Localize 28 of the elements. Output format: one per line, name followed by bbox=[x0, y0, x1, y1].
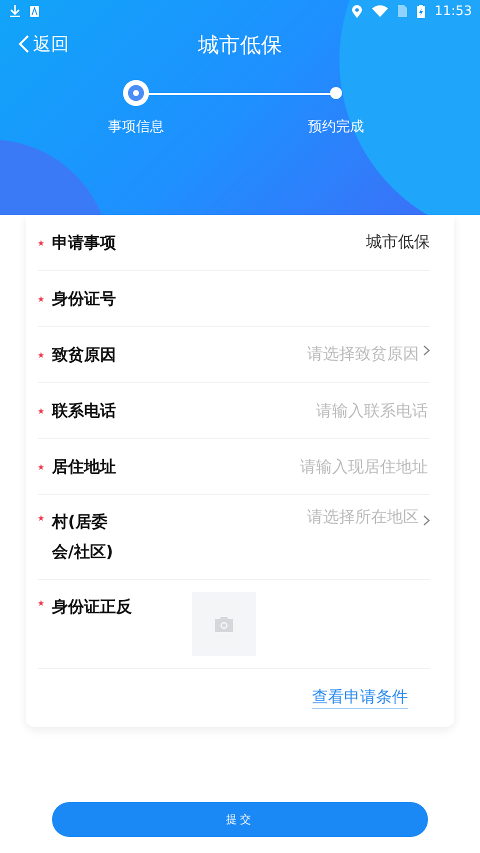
download-icon bbox=[10, 5, 20, 17]
chevron-left-icon bbox=[18, 35, 29, 53]
no-sim-icon bbox=[398, 5, 407, 17]
app-notification-icon bbox=[30, 6, 39, 16]
field-label: 身份证正反 bbox=[52, 596, 133, 618]
conditions-link[interactable]: 查看申请条件 bbox=[312, 687, 408, 709]
select-field[interactable]: 请选择致贫原因 bbox=[307, 344, 419, 365]
step-label: 预约完成 bbox=[308, 118, 364, 136]
wifi-icon bbox=[372, 5, 388, 17]
chevron-right-icon bbox=[423, 515, 430, 526]
photo-upload-button[interactable] bbox=[192, 592, 256, 656]
page-title: 城市低保 bbox=[198, 32, 282, 59]
field-label: 身份证号 bbox=[52, 288, 117, 310]
location-icon bbox=[352, 4, 362, 18]
field-label: 联系电话 bbox=[52, 400, 117, 422]
submit-button[interactable]: 提交 bbox=[52, 802, 428, 837]
camera-icon bbox=[215, 616, 233, 632]
status-time: 11:53 bbox=[434, 4, 472, 18]
field-label: 致贫原因 bbox=[52, 344, 117, 366]
chevron-right-icon bbox=[423, 345, 430, 356]
step-label: 事项信息 bbox=[108, 118, 164, 136]
field-label: 申请事项 bbox=[52, 232, 117, 254]
field-label: 村(居委会/社区) bbox=[52, 511, 114, 563]
field-value: 城市低保 bbox=[366, 232, 430, 253]
select-field[interactable]: 请选择所在地区 bbox=[307, 507, 419, 528]
field-label: 居住地址 bbox=[52, 456, 117, 478]
battery-icon bbox=[416, 4, 425, 18]
back-button[interactable]: 返回 bbox=[18, 32, 69, 56]
